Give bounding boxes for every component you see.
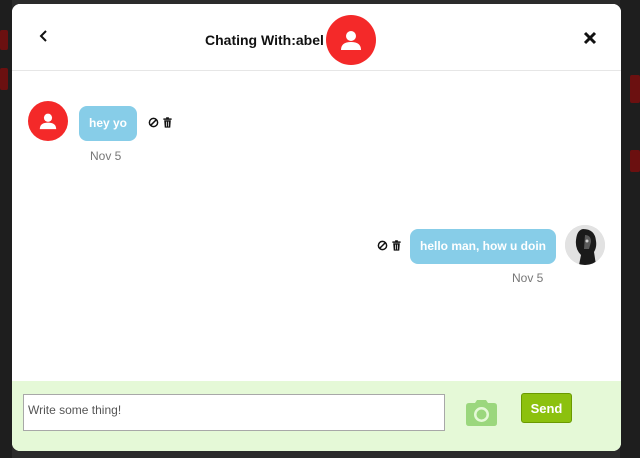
- backdrop-decoration: [630, 150, 640, 172]
- message-date: Nov 5: [512, 271, 544, 285]
- backdrop-decoration: [0, 68, 8, 90]
- page-backdrop-right: [620, 0, 640, 458]
- message-bubble: hello man, how u doin: [410, 229, 556, 264]
- chat-title: Chating With:abel: [205, 32, 324, 48]
- message-composer: Send: [12, 381, 621, 451]
- trash-icon[interactable]: [391, 240, 402, 251]
- trash-icon[interactable]: [162, 117, 173, 128]
- message-input[interactable]: [23, 394, 445, 431]
- chevron-left-icon[interactable]: [36, 28, 52, 44]
- sender-avatar: [28, 101, 68, 141]
- message-bubble: hey yo: [79, 106, 138, 141]
- message-actions: [148, 117, 173, 128]
- avatar: [565, 225, 605, 265]
- user-icon: [39, 113, 57, 130]
- profile-photo: [565, 225, 605, 265]
- block-icon[interactable]: [148, 117, 159, 128]
- message-date: Nov 5: [90, 149, 122, 163]
- backdrop-decoration: [0, 30, 8, 50]
- backdrop-decoration: [630, 75, 640, 103]
- chat-header: Chating With:abel: [12, 4, 621, 71]
- message-actions: [377, 240, 402, 251]
- message-list[interactable]: hey yo Nov 5 hello man, how u doin Nov 5: [12, 71, 621, 381]
- chat-partner-avatar: [326, 15, 376, 65]
- camera-icon[interactable]: [466, 400, 497, 426]
- send-button[interactable]: Send: [521, 393, 572, 423]
- chat-modal: Chating With:abel hey yo Nov 5 hello man…: [12, 4, 621, 451]
- block-icon[interactable]: [377, 240, 388, 251]
- close-icon[interactable]: [582, 30, 598, 46]
- user-icon: [341, 31, 361, 50]
